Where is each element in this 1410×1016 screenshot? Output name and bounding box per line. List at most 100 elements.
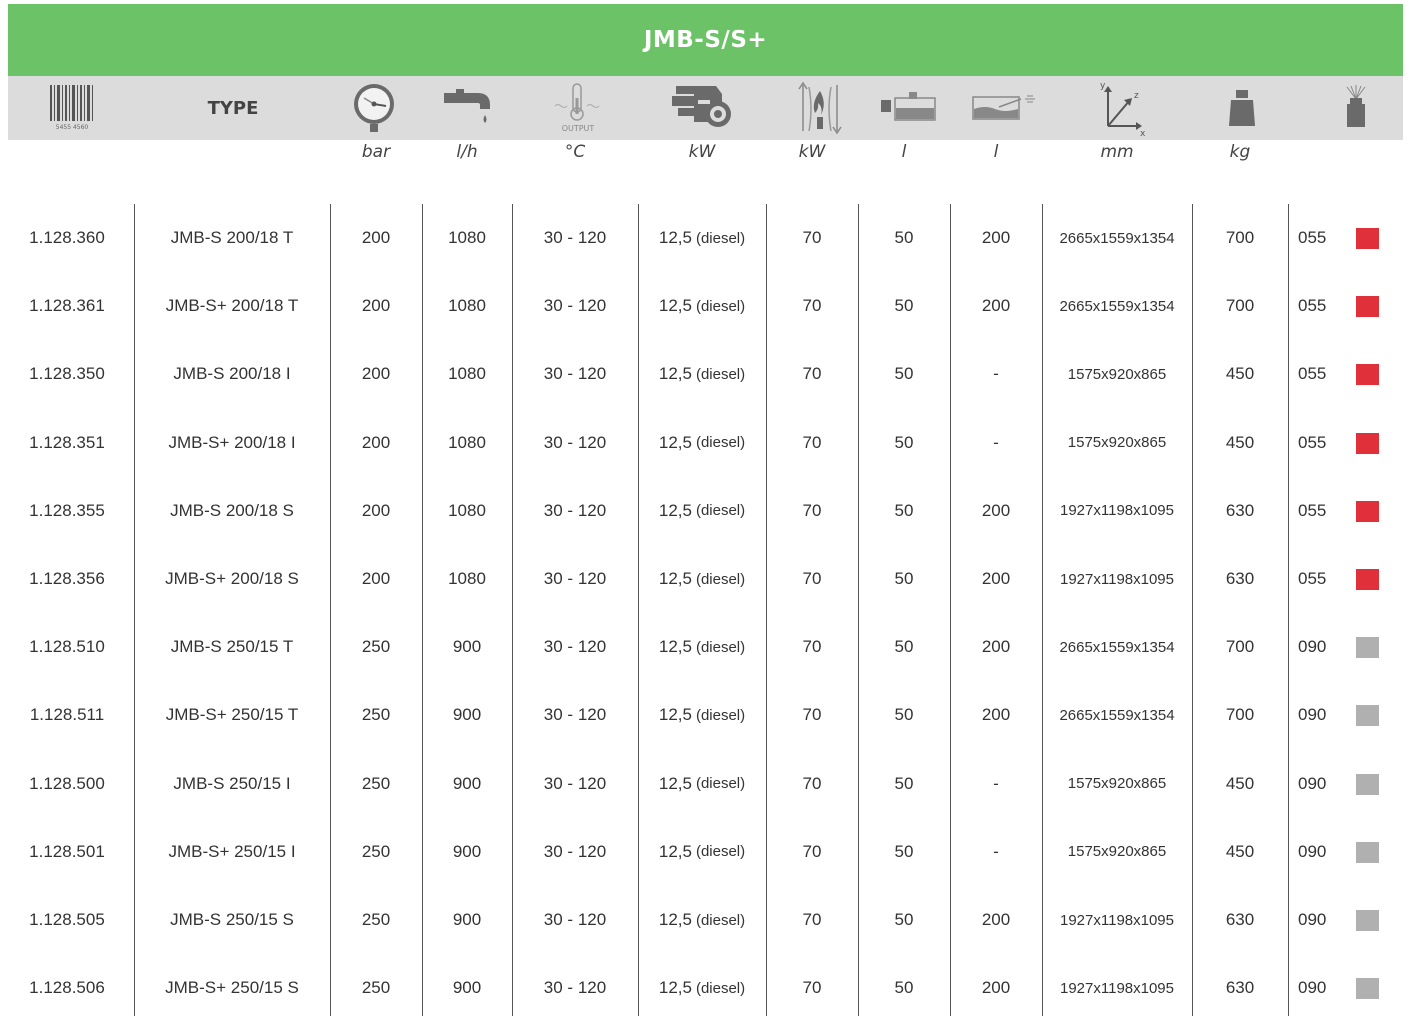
cell-fuel-tank: 50 xyxy=(858,545,950,613)
cell-dimensions: 2665x1559x1354 xyxy=(1042,613,1192,681)
cell-article-value: 1.128.501 xyxy=(29,841,105,861)
cell-pressure-value: 200 xyxy=(361,432,391,452)
cell-pressure: 200 xyxy=(330,272,422,340)
cell-pressure-value: 250 xyxy=(361,910,391,929)
cell-weight: 630 xyxy=(1192,477,1288,545)
cell-heater-power: 70 xyxy=(766,613,858,681)
cell-fuel-tank-value: 50 xyxy=(894,773,914,793)
nozzle-color-swatch xyxy=(1356,841,1379,863)
cell-fuel-tank-value: 50 xyxy=(894,500,914,520)
unit-temp: °C xyxy=(564,142,586,162)
cell-weight: 700 xyxy=(1192,272,1288,340)
cell-fuel-tank: 50 xyxy=(858,886,950,954)
cell-heater-power-value: 70 xyxy=(802,978,822,998)
cell-temperature: 30 - 120 xyxy=(512,272,638,340)
cell-weight: 450 xyxy=(1192,409,1288,477)
table-row: 1.128.501 JMB-S+ 250/15 I 250 900 30 - 120 12… xyxy=(0,818,1410,886)
cell-weight-value: 700 xyxy=(1225,296,1255,316)
table-row: 1.128.506 JMB-S+ 250/15 S 250 900 30 - 120 12… xyxy=(0,954,1410,1016)
cell-dimensions: 1575x920x865 xyxy=(1042,750,1192,818)
cell-engine-power-value: 12,5 xyxy=(658,773,692,793)
cell-engine-power: 12,5 (diesel) xyxy=(638,340,766,408)
cell-temperature-value: 30 - 120 xyxy=(543,296,607,316)
cell-nozzle-value: 090 xyxy=(1298,841,1327,861)
cell-pressure-value: 250 xyxy=(361,978,391,998)
cell-pressure: 250 xyxy=(330,613,422,681)
cell-engine-power: 12,5 (diesel) xyxy=(638,613,766,681)
cell-article: 1.128.356 xyxy=(0,545,134,613)
fuel-type: (diesel) xyxy=(695,365,746,383)
cell-article: 1.128.510 xyxy=(0,613,134,681)
fuel-type: (diesel) xyxy=(695,297,746,315)
cell-type-value: JMB-S 200/18 I xyxy=(173,364,291,384)
type-header: TYPE xyxy=(207,97,259,119)
cell-dimensions-value: 1927x1198x1095 xyxy=(1060,979,1174,997)
cell-water-tank: 200 xyxy=(950,545,1042,613)
fuel-type: (diesel) xyxy=(695,911,746,929)
cell-type-value: JMB-S 250/15 I xyxy=(173,773,291,793)
cell-temperature: 30 - 120 xyxy=(512,613,638,681)
barcode-icon: 5455 4560 xyxy=(46,76,98,140)
cell-temperature-value: 30 - 120 xyxy=(543,705,607,725)
nozzle-color-swatch xyxy=(1356,432,1379,454)
cell-engine-power-value: 12,5 xyxy=(658,705,692,725)
axis-x-label: x xyxy=(1140,129,1146,136)
cell-dimensions-value: 1575x920x865 xyxy=(1067,775,1167,793)
cell-dimensions-value: 2665x1559x1354 xyxy=(1059,297,1175,315)
cell-article: 1.128.355 xyxy=(0,477,134,545)
output-label: OUTPUT xyxy=(562,124,595,133)
nozzle-color-swatch xyxy=(1356,910,1379,931)
cell-flow: 900 xyxy=(422,750,512,818)
cell-type-value: JMB-S+ 200/18 S xyxy=(165,569,299,588)
table-row: 1.128.510 JMB-S 250/15 T 250 900 30 - 120 12,… xyxy=(0,613,1410,681)
cell-weight-value: 700 xyxy=(1225,637,1255,657)
cell-flow: 1080 xyxy=(422,545,512,613)
cell-weight-value: 630 xyxy=(1225,569,1255,588)
cell-dimensions: 1927x1198x1095 xyxy=(1042,886,1192,954)
cell-temperature: 30 - 120 xyxy=(512,954,638,1016)
nozzle-color-swatch xyxy=(1356,705,1379,727)
cell-article-value: 1.128.360 xyxy=(29,228,105,247)
cell-type: JMB-S+ 200/18 I xyxy=(134,409,330,477)
unit-heater-kw: kW xyxy=(798,142,826,162)
table-row: 1.128.361 JMB-S+ 200/18 T 200 1080 30 - 120 1… xyxy=(0,272,1410,340)
cell-temperature-value: 30 - 120 xyxy=(543,228,607,247)
cell-article-value: 1.128.361 xyxy=(29,296,105,316)
cell-nozzle: 090 xyxy=(1288,750,1348,818)
cell-pressure-value: 250 xyxy=(361,705,391,725)
cell-pressure: 200 xyxy=(330,204,422,272)
cell-flow-value: 1080 xyxy=(448,500,486,520)
unit-dimensions: mm xyxy=(1100,142,1134,162)
cell-nozzle-value: 090 xyxy=(1298,705,1327,725)
cell-nozzle: 090 xyxy=(1288,818,1348,886)
cell-flow-value: 1080 xyxy=(448,432,486,452)
cell-flow: 1080 xyxy=(422,204,512,272)
cell-water-tank-value: - xyxy=(993,773,999,793)
cell-engine-power: 12,5 (diesel) xyxy=(638,750,766,818)
cell-type: JMB-S+ 200/18 S xyxy=(134,545,330,613)
cell-heater-power: 70 xyxy=(766,409,858,477)
cell-article-value: 1.128.500 xyxy=(29,773,105,793)
cell-fuel-tank: 50 xyxy=(858,818,950,886)
cell-weight-value: 700 xyxy=(1225,705,1255,725)
cell-water-tank: 200 xyxy=(950,681,1042,749)
cell-dimensions-value: 2665x1559x1354 xyxy=(1059,229,1175,247)
cell-flow-value: 1080 xyxy=(448,569,486,588)
cell-temperature: 30 - 120 xyxy=(512,886,638,954)
table-row: 1.128.360 JMB-S 200/18 T 200 1080 30 - 120 12… xyxy=(0,204,1410,272)
cell-article: 1.128.361 xyxy=(0,272,134,340)
cell-fuel-tank: 50 xyxy=(858,409,950,477)
cell-flow-value: 900 xyxy=(452,978,482,998)
cell-pressure-value: 200 xyxy=(361,569,391,588)
nozzle-color-swatch xyxy=(1356,364,1379,386)
cell-dimensions-value: 1927x1198x1095 xyxy=(1060,502,1174,520)
cell-type-value: JMB-S+ 200/18 I xyxy=(168,432,296,452)
cell-heater-power: 70 xyxy=(766,340,858,408)
cell-article: 1.128.511 xyxy=(0,681,134,749)
cell-nozzle: 055 xyxy=(1288,204,1348,272)
cell-fuel-tank: 50 xyxy=(858,613,950,681)
cell-nozzle: 055 xyxy=(1288,340,1348,408)
cell-type: JMB-S 250/15 T xyxy=(134,613,330,681)
cell-temperature-value: 30 - 120 xyxy=(543,637,607,657)
cell-temperature: 30 - 120 xyxy=(512,750,638,818)
